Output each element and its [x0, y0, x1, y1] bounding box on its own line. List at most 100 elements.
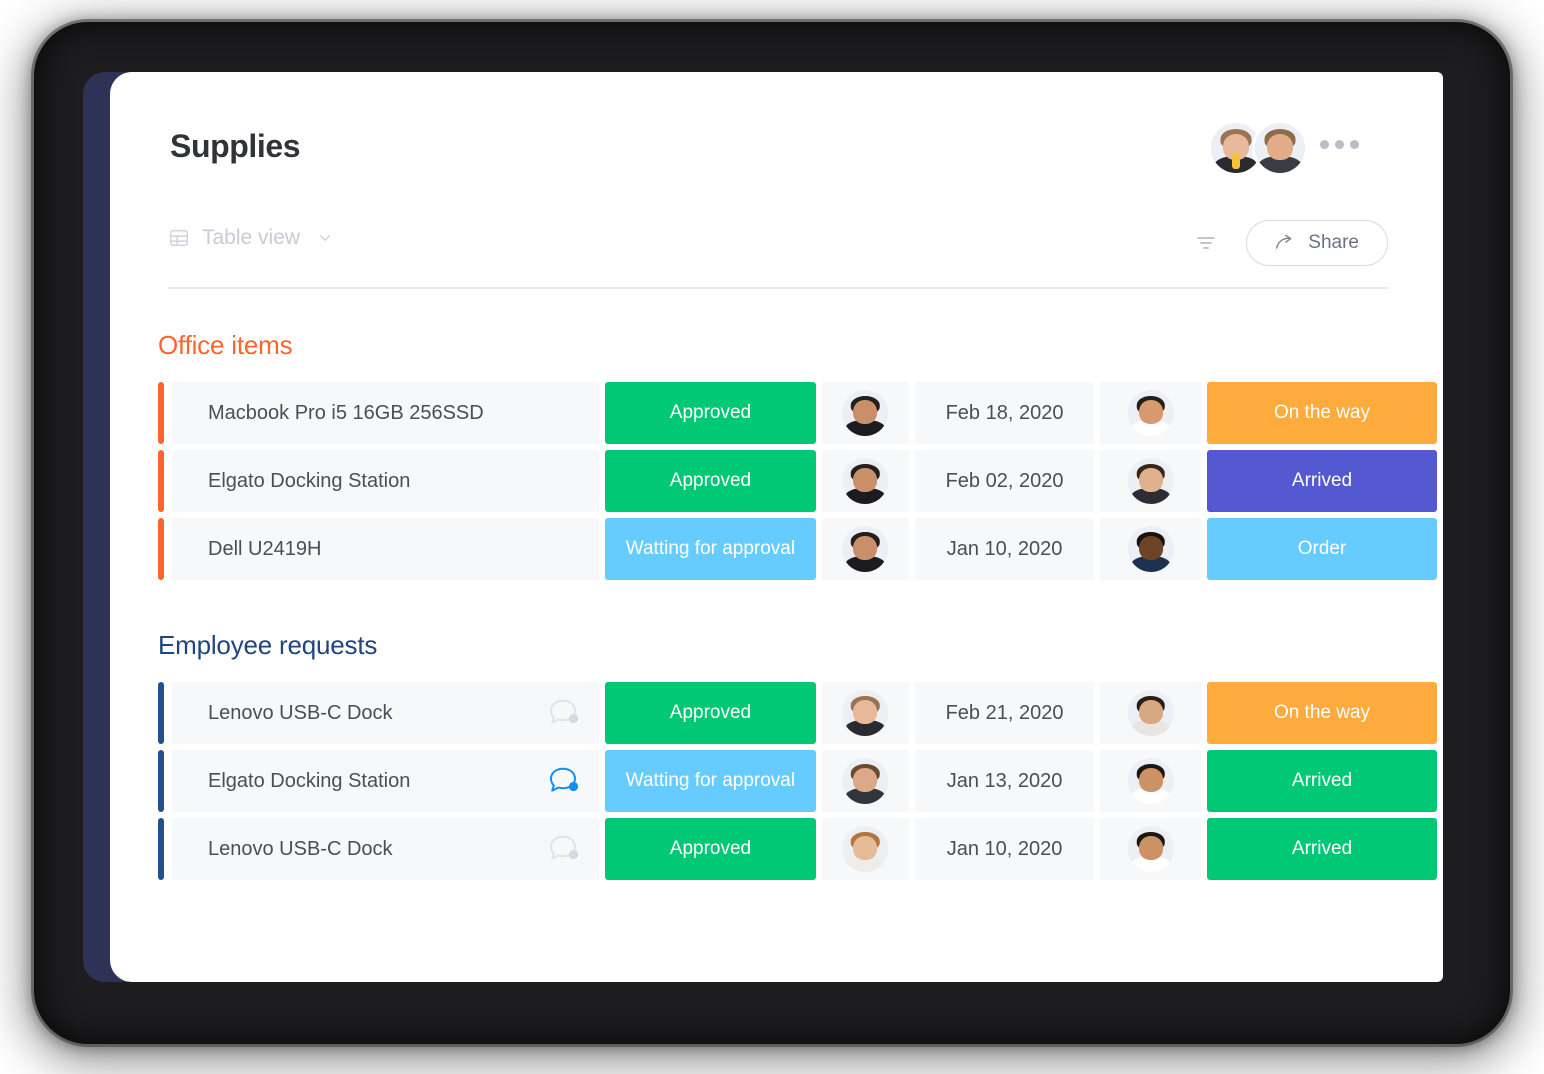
cell-shipping-status[interactable]: Arrived [1207, 750, 1437, 812]
cell-date[interactable]: Jan 10, 2020 [914, 518, 1095, 580]
toolbar-actions: Share [1194, 220, 1388, 266]
cell-shipping-status[interactable]: On the way [1207, 682, 1437, 744]
group-title: Office items [158, 330, 293, 360]
cell-date[interactable]: Feb 21, 2020 [914, 682, 1095, 744]
share-label: Share [1308, 232, 1359, 253]
view-switcher-label: Table view [202, 226, 301, 249]
person-avatar[interactable] [1127, 526, 1174, 572]
cell-person-avatar[interactable] [1100, 750, 1201, 812]
avatar-face [1267, 134, 1293, 160]
share-button[interactable]: Share [1246, 220, 1388, 266]
cell-status[interactable]: Approved [605, 682, 816, 744]
cell-status[interactable]: Approved [605, 450, 816, 512]
group-title: Employee requests [158, 630, 378, 660]
board-toolbar: Table view Share [110, 212, 1443, 290]
cell-item-name[interactable]: Lenovo USB-C Dock [172, 682, 600, 744]
person-avatar[interactable] [1127, 758, 1174, 804]
cell-date[interactable]: Feb 02, 2020 [914, 450, 1095, 512]
cell-person-avatar[interactable] [1100, 518, 1201, 580]
group-rows: Macbook Pro i5 16GB 256SSD Approved Feb 18… [110, 382, 1443, 580]
chat-bubble-icon[interactable] [547, 834, 581, 864]
cell-owner-avatar[interactable] [821, 382, 909, 444]
cell-shipping-status[interactable]: Arrived [1207, 450, 1437, 512]
cell-status[interactable]: Watting for approval [605, 518, 816, 580]
avatar-face [853, 768, 878, 793]
cell-person-avatar[interactable] [1100, 382, 1201, 444]
cell-date[interactable]: Feb 18, 2020 [914, 382, 1095, 444]
board-card: Supplies Table view Share Office items M… [110, 72, 1443, 982]
avatar-face [1138, 536, 1163, 561]
group-rows: Lenovo USB-C Dock Approved Feb 21, 2020 On … [110, 682, 1443, 880]
item-name-text: Dell U2419H [208, 537, 322, 560]
avatar-face [853, 700, 878, 725]
owner-avatar[interactable] [842, 758, 889, 804]
person-avatar[interactable] [1127, 690, 1174, 736]
cell-person-avatar[interactable] [1100, 450, 1201, 512]
cell-status[interactable]: Watting for approval [605, 750, 816, 812]
avatar-face [1138, 768, 1163, 793]
table-row[interactable]: Dell U2419H Watting for approval Jan 10, 2… [110, 518, 1443, 580]
row-accent-bar [158, 518, 164, 580]
person-avatar[interactable] [1127, 826, 1174, 872]
table-row[interactable]: Lenovo USB-C Dock Approved Jan 10, 2020 Arr… [110, 818, 1443, 880]
cell-shipping-status[interactable]: Arrived [1207, 818, 1437, 880]
cell-owner-avatar[interactable] [821, 450, 909, 512]
owner-avatar[interactable] [842, 826, 889, 872]
cell-owner-avatar[interactable] [821, 518, 909, 580]
table-icon [168, 227, 190, 249]
chat-bubble-icon[interactable] [547, 698, 581, 728]
person-avatar[interactable] [1127, 458, 1174, 504]
table-row[interactable]: Elgato Docking Station Approved Feb 02, 20… [110, 450, 1443, 512]
avatar-face [853, 536, 878, 561]
cell-shipping-status[interactable]: On the way [1207, 382, 1437, 444]
board-members[interactable] [1208, 120, 1308, 176]
filter-icon[interactable] [1194, 231, 1218, 255]
chevron-down-icon [312, 229, 334, 247]
row-accent-bar [158, 450, 164, 512]
cell-item-name[interactable]: Macbook Pro i5 16GB 256SSD [172, 382, 600, 444]
cell-status[interactable]: Approved [605, 382, 816, 444]
owner-avatar[interactable] [842, 526, 889, 572]
more-options-button[interactable] [1320, 140, 1359, 149]
owner-avatar[interactable] [842, 690, 889, 736]
member-avatar-2-image[interactable] [1255, 123, 1305, 173]
owner-avatar[interactable] [842, 390, 889, 436]
group-employee-requests: Employee requests Lenovo USB-C Dock Appro… [110, 630, 1443, 886]
item-name-text: Elgato Docking Station [208, 769, 411, 792]
cell-item-name[interactable]: Elgato Docking Station [172, 450, 600, 512]
cell-shipping-status[interactable]: Order [1207, 518, 1437, 580]
cell-owner-avatar[interactable] [821, 682, 909, 744]
avatar-accent [1232, 153, 1240, 169]
header-divider [168, 287, 1388, 289]
cell-date[interactable]: Jan 13, 2020 [914, 750, 1095, 812]
page-title: Supplies [170, 128, 301, 164]
screenshot-stage: Supplies Table view Share Office items M… [0, 0, 1544, 1074]
view-switcher[interactable]: Table view [168, 226, 334, 250]
dot [1335, 140, 1344, 149]
table-row[interactable]: Elgato Docking Station Watting for approv… [110, 750, 1443, 812]
cell-status[interactable]: Approved [605, 818, 816, 880]
item-name-text: Elgato Docking Station [208, 469, 411, 492]
item-name-text: Lenovo USB-C Dock [208, 837, 393, 860]
row-accent-bar [158, 750, 164, 812]
avatar-face [853, 836, 878, 861]
table-row[interactable]: Lenovo USB-C Dock Approved Feb 21, 2020 On … [110, 682, 1443, 744]
owner-avatar[interactable] [842, 458, 889, 504]
table-row[interactable]: Macbook Pro i5 16GB 256SSD Approved Feb 18… [110, 382, 1443, 444]
cell-date[interactable]: Jan 10, 2020 [914, 818, 1095, 880]
chat-bubble-icon[interactable] [547, 766, 581, 796]
cell-person-avatar[interactable] [1100, 682, 1201, 744]
share-arrow-icon [1275, 234, 1297, 252]
person-avatar[interactable] [1127, 390, 1174, 436]
cell-owner-avatar[interactable] [821, 750, 909, 812]
cell-owner-avatar[interactable] [821, 818, 909, 880]
avatar-face [853, 400, 878, 425]
cell-item-name[interactable]: Elgato Docking Station [172, 750, 600, 812]
avatar-face [853, 468, 878, 493]
cell-item-name[interactable]: Dell U2419H [172, 518, 600, 580]
dot [1350, 140, 1359, 149]
row-accent-bar [158, 382, 164, 444]
cell-item-name[interactable]: Lenovo USB-C Dock [172, 818, 600, 880]
cell-person-avatar[interactable] [1100, 818, 1201, 880]
member-avatar-2[interactable] [1252, 120, 1308, 176]
